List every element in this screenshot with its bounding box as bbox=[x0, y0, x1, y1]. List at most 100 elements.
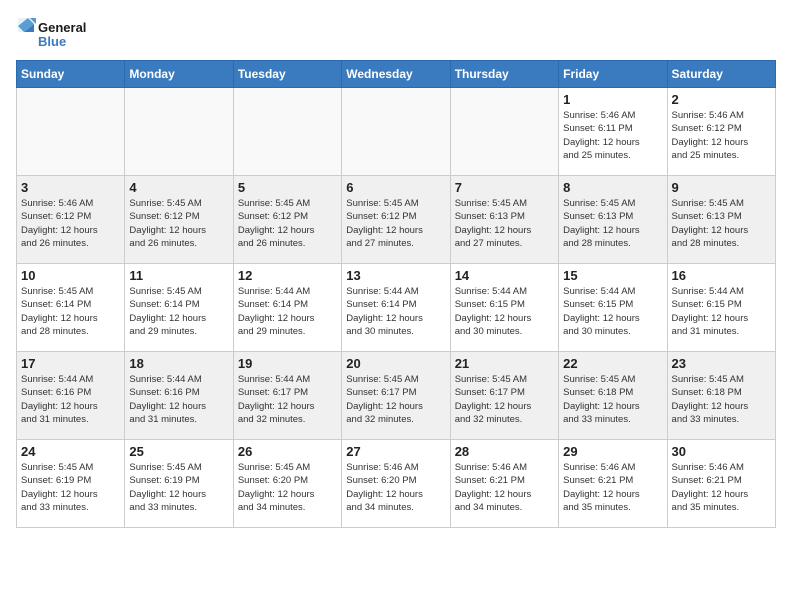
calendar-cell: 19 Sunrise: 5:44 AM Sunset: 6:17 PM Dayli… bbox=[233, 352, 341, 440]
calendar-cell: 24 Sunrise: 5:45 AM Sunset: 6:19 PM Dayli… bbox=[17, 440, 125, 528]
day-number: 20 bbox=[346, 356, 445, 371]
week-row-4: 17 Sunrise: 5:44 AM Sunset: 6:16 PM Dayli… bbox=[17, 352, 776, 440]
day-number: 24 bbox=[21, 444, 120, 459]
calendar-cell: 23 Sunrise: 5:45 AM Sunset: 6:18 PM Dayli… bbox=[667, 352, 775, 440]
day-info: Sunrise: 5:45 AM Sunset: 6:18 PM Dayligh… bbox=[563, 373, 662, 426]
day-info: Sunrise: 5:46 AM Sunset: 6:12 PM Dayligh… bbox=[21, 197, 120, 250]
calendar-cell: 8Sunrise: 5:45 AM Sunset: 6:13 PM Daylig… bbox=[559, 176, 667, 264]
day-number: 9 bbox=[672, 180, 771, 195]
day-number: 29 bbox=[563, 444, 662, 459]
day-number: 30 bbox=[672, 444, 771, 459]
day-info: Sunrise: 5:45 AM Sunset: 6:19 PM Dayligh… bbox=[21, 461, 120, 514]
logo-svg: General Blue bbox=[16, 16, 106, 52]
weekday-header-friday: Friday bbox=[559, 61, 667, 88]
day-info: Sunrise: 5:46 AM Sunset: 6:21 PM Dayligh… bbox=[563, 461, 662, 514]
day-info: Sunrise: 5:44 AM Sunset: 6:15 PM Dayligh… bbox=[455, 285, 554, 338]
day-info: Sunrise: 5:46 AM Sunset: 6:11 PM Dayligh… bbox=[563, 109, 662, 162]
day-info: Sunrise: 5:44 AM Sunset: 6:17 PM Dayligh… bbox=[238, 373, 337, 426]
day-number: 27 bbox=[346, 444, 445, 459]
day-info: Sunrise: 5:45 AM Sunset: 6:14 PM Dayligh… bbox=[129, 285, 228, 338]
day-info: Sunrise: 5:45 AM Sunset: 6:18 PM Dayligh… bbox=[672, 373, 771, 426]
day-number: 16 bbox=[672, 268, 771, 283]
calendar-cell: 26 Sunrise: 5:45 AM Sunset: 6:20 PM Dayli… bbox=[233, 440, 341, 528]
calendar-cell: 21 Sunrise: 5:45 AM Sunset: 6:17 PM Dayli… bbox=[450, 352, 558, 440]
week-row-5: 24 Sunrise: 5:45 AM Sunset: 6:19 PM Dayli… bbox=[17, 440, 776, 528]
weekday-header-row: SundayMondayTuesdayWednesdayThursdayFrid… bbox=[17, 61, 776, 88]
day-number: 17 bbox=[21, 356, 120, 371]
day-number: 28 bbox=[455, 444, 554, 459]
calendar-cell: 10 Sunrise: 5:45 AM Sunset: 6:14 PM Dayli… bbox=[17, 264, 125, 352]
day-number: 22 bbox=[563, 356, 662, 371]
calendar-cell: 4 Sunrise: 5:45 AM Sunset: 6:12 PM Daylig… bbox=[125, 176, 233, 264]
day-info: Sunrise: 5:44 AM Sunset: 6:14 PM Dayligh… bbox=[346, 285, 445, 338]
day-info: Sunrise: 5:45 AM Sunset: 6:13 PM Dayligh… bbox=[563, 197, 662, 250]
day-info: Sunrise: 5:44 AM Sunset: 6:16 PM Dayligh… bbox=[129, 373, 228, 426]
calendar-cell: 30 Sunrise: 5:46 AM Sunset: 6:21 PM Dayli… bbox=[667, 440, 775, 528]
calendar-cell: 16 Sunrise: 5:44 AM Sunset: 6:15 PM Dayli… bbox=[667, 264, 775, 352]
calendar-cell: 7 Sunrise: 5:45 AM Sunset: 6:13 PM Daylig… bbox=[450, 176, 558, 264]
day-info: Sunrise: 5:45 AM Sunset: 6:13 PM Dayligh… bbox=[455, 197, 554, 250]
day-info: Sunrise: 5:46 AM Sunset: 6:20 PM Dayligh… bbox=[346, 461, 445, 514]
weekday-header-tuesday: Tuesday bbox=[233, 61, 341, 88]
day-info: Sunrise: 5:45 AM Sunset: 6:14 PM Dayligh… bbox=[21, 285, 120, 338]
day-info: Sunrise: 5:44 AM Sunset: 6:15 PM Dayligh… bbox=[563, 285, 662, 338]
day-number: 13 bbox=[346, 268, 445, 283]
day-number: 10 bbox=[21, 268, 120, 283]
calendar-cell: 9 Sunrise: 5:45 AM Sunset: 6:13 PM Daylig… bbox=[667, 176, 775, 264]
calendar-cell: 20 Sunrise: 5:45 AM Sunset: 6:17 PM Dayli… bbox=[342, 352, 450, 440]
day-info: Sunrise: 5:45 AM Sunset: 6:19 PM Dayligh… bbox=[129, 461, 228, 514]
logo: General Blue bbox=[16, 16, 106, 52]
day-info: Sunrise: 5:44 AM Sunset: 6:15 PM Dayligh… bbox=[672, 285, 771, 338]
calendar-cell: 1 Sunrise: 5:46 AM Sunset: 6:11 PM Daylig… bbox=[559, 88, 667, 176]
weekday-header-saturday: Saturday bbox=[667, 61, 775, 88]
day-info: Sunrise: 5:44 AM Sunset: 6:14 PM Dayligh… bbox=[238, 285, 337, 338]
day-info: Sunrise: 5:45 AM Sunset: 6:17 PM Dayligh… bbox=[455, 373, 554, 426]
day-number: 5 bbox=[238, 180, 337, 195]
day-info: Sunrise: 5:44 AM Sunset: 6:16 PM Dayligh… bbox=[21, 373, 120, 426]
day-number: 25 bbox=[129, 444, 228, 459]
day-number: 14 bbox=[455, 268, 554, 283]
day-number: 1 bbox=[563, 92, 662, 107]
svg-text:General: General bbox=[38, 20, 86, 35]
week-row-1: 1 Sunrise: 5:46 AM Sunset: 6:11 PM Daylig… bbox=[17, 88, 776, 176]
day-number: 18 bbox=[129, 356, 228, 371]
calendar-cell: 5 Sunrise: 5:45 AM Sunset: 6:12 PM Daylig… bbox=[233, 176, 341, 264]
calendar-cell: 14 Sunrise: 5:44 AM Sunset: 6:15 PM Dayli… bbox=[450, 264, 558, 352]
calendar-cell: 3 Sunrise: 5:46 AM Sunset: 6:12 PM Daylig… bbox=[17, 176, 125, 264]
calendar-cell: 25 Sunrise: 5:45 AM Sunset: 6:19 PM Dayli… bbox=[125, 440, 233, 528]
day-info: Sunrise: 5:46 AM Sunset: 6:21 PM Dayligh… bbox=[672, 461, 771, 514]
calendar-cell: 17 Sunrise: 5:44 AM Sunset: 6:16 PM Dayli… bbox=[17, 352, 125, 440]
calendar-cell: 12 Sunrise: 5:44 AM Sunset: 6:14 PM Dayli… bbox=[233, 264, 341, 352]
calendar-cell: 18 Sunrise: 5:44 AM Sunset: 6:16 PM Dayli… bbox=[125, 352, 233, 440]
day-number: 3 bbox=[21, 180, 120, 195]
calendar-cell: 28 Sunrise: 5:46 AM Sunset: 6:21 PM Dayli… bbox=[450, 440, 558, 528]
calendar-cell bbox=[450, 88, 558, 176]
day-info: Sunrise: 5:45 AM Sunset: 6:12 PM Dayligh… bbox=[346, 197, 445, 250]
day-info: Sunrise: 5:45 AM Sunset: 6:20 PM Dayligh… bbox=[238, 461, 337, 514]
calendar-cell: 29 Sunrise: 5:46 AM Sunset: 6:21 PM Dayli… bbox=[559, 440, 667, 528]
day-number: 12 bbox=[238, 268, 337, 283]
day-info: Sunrise: 5:45 AM Sunset: 6:12 PM Dayligh… bbox=[129, 197, 228, 250]
day-info: Sunrise: 5:45 AM Sunset: 6:13 PM Dayligh… bbox=[672, 197, 771, 250]
day-info: Sunrise: 5:45 AM Sunset: 6:17 PM Dayligh… bbox=[346, 373, 445, 426]
day-info: Sunrise: 5:45 AM Sunset: 6:12 PM Dayligh… bbox=[238, 197, 337, 250]
header: General Blue bbox=[16, 16, 776, 52]
calendar-cell bbox=[125, 88, 233, 176]
weekday-header-wednesday: Wednesday bbox=[342, 61, 450, 88]
weekday-header-sunday: Sunday bbox=[17, 61, 125, 88]
day-number: 7 bbox=[455, 180, 554, 195]
weekday-header-monday: Monday bbox=[125, 61, 233, 88]
week-row-3: 10 Sunrise: 5:45 AM Sunset: 6:14 PM Dayli… bbox=[17, 264, 776, 352]
calendar-cell bbox=[17, 88, 125, 176]
day-number: 21 bbox=[455, 356, 554, 371]
day-number: 19 bbox=[238, 356, 337, 371]
calendar-table: SundayMondayTuesdayWednesdayThursdayFrid… bbox=[16, 60, 776, 528]
day-number: 4 bbox=[129, 180, 228, 195]
calendar-cell: 2Sunrise: 5:46 AM Sunset: 6:12 PM Daylig… bbox=[667, 88, 775, 176]
day-number: 23 bbox=[672, 356, 771, 371]
day-info: Sunrise: 5:46 AM Sunset: 6:12 PM Dayligh… bbox=[672, 109, 771, 162]
day-info: Sunrise: 5:46 AM Sunset: 6:21 PM Dayligh… bbox=[455, 461, 554, 514]
weekday-header-thursday: Thursday bbox=[450, 61, 558, 88]
day-number: 15 bbox=[563, 268, 662, 283]
day-number: 26 bbox=[238, 444, 337, 459]
